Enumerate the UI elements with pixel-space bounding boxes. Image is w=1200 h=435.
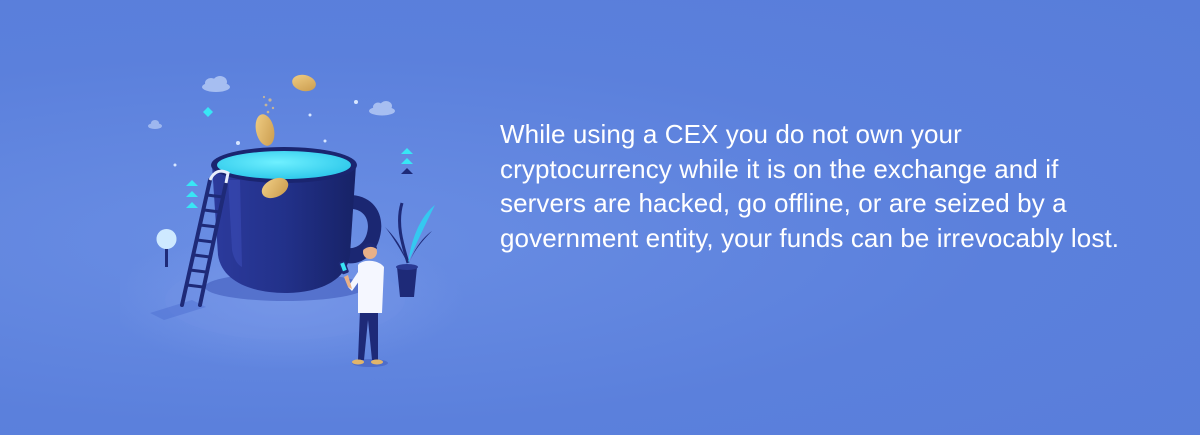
chevron-up-icon bbox=[186, 180, 198, 208]
coin-icon bbox=[292, 74, 316, 92]
info-banner: While using a CEX you do not own your cr… bbox=[0, 0, 1200, 435]
diamond-icon bbox=[203, 107, 213, 117]
cloud-icon bbox=[202, 76, 230, 92]
cloud-icon bbox=[148, 120, 162, 129]
coin-trail bbox=[262, 95, 275, 114]
chevron-up-icon bbox=[401, 148, 413, 174]
cloud-icon bbox=[369, 101, 395, 116]
cex-risk-message: While using a CEX you do not own your cr… bbox=[500, 119, 1120, 253]
coin-icon bbox=[255, 114, 275, 146]
liquid-surface bbox=[217, 151, 351, 179]
crypto-mug-illustration bbox=[120, 55, 480, 385]
